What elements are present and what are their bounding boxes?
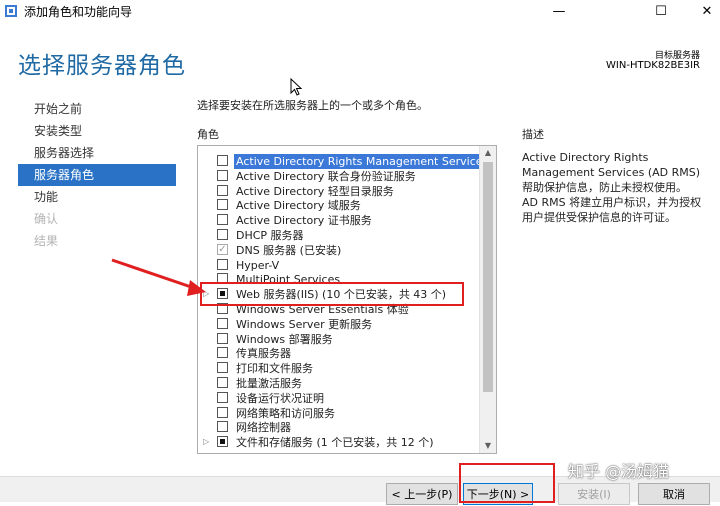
red-arrow-icon xyxy=(111,258,206,296)
watermark: 知乎 @汤姆猫 xyxy=(568,462,670,481)
mouse-cursor-icon xyxy=(290,78,303,96)
